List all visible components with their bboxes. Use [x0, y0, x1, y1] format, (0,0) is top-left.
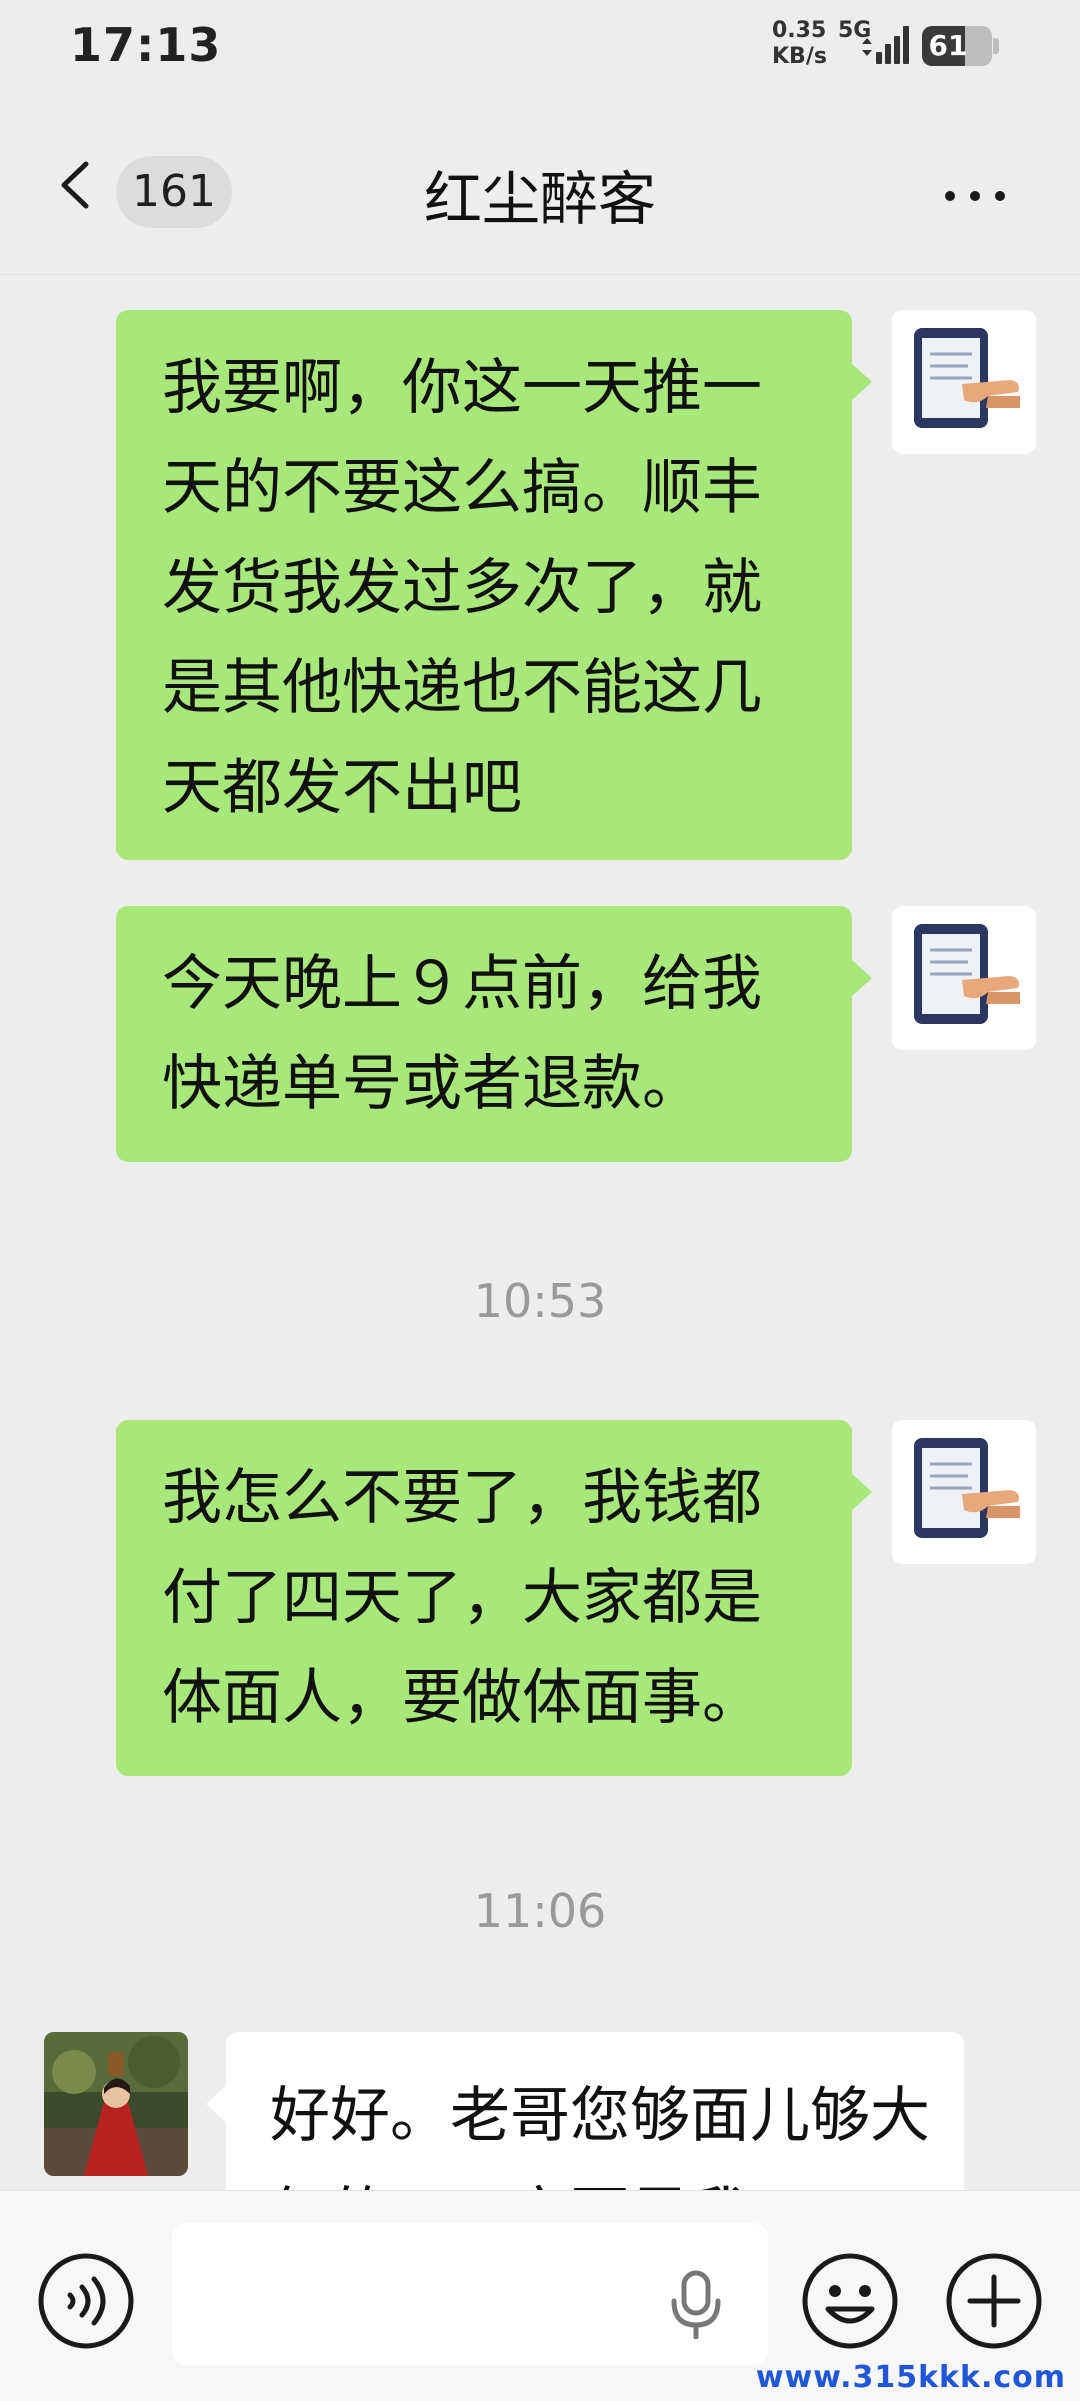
battery-icon: 61 [922, 26, 1000, 66]
message-bubble-outgoing[interactable]: 今天晚上９点前，给我快递单号或者退款。 [116, 906, 872, 1162]
my-avatar[interactable] [892, 1420, 1036, 1564]
tablet-hand-icon [914, 1438, 1020, 1538]
net-speed-unit: KB/s [772, 44, 827, 69]
message-bubble-outgoing[interactable]: 我要啊，你这一天推一天的不要这么搞。顺丰发货我发过多次了，就是其他快递也不能这几… [116, 310, 872, 860]
bubble-tail [206, 2084, 228, 2124]
my-avatar[interactable] [892, 310, 1036, 454]
signal-icon [862, 26, 909, 64]
chat-title: 红尘醉客 [423, 165, 656, 233]
status-bar: 17:13 0.35 KB/s 5G 61 [0, 0, 1080, 92]
message-text: 我要啊，你这一天推一天的不要这么搞。顺丰发货我发过多次了，就是其他快递也不能这几… [162, 353, 762, 823]
message-text: 我怎么不要了，我钱都付了四天了，大家都是体面人，要做体面事。 [162, 1463, 762, 1733]
message-text: 今天晚上９点前，给我快递单号或者退款。 [162, 949, 762, 1119]
tablet-hand-icon [914, 924, 1020, 1024]
message-timestamp: 10:53 [473, 1274, 607, 1328]
net-speed: 0.35 KB/s [772, 18, 827, 70]
message-bubble-outgoing[interactable]: 我怎么不要了，我钱都付了四天了，大家都是体面人，要做体面事。 [116, 1420, 872, 1776]
contact-avatar[interactable] [44, 2032, 188, 2176]
more-dots-icon[interactable] [940, 176, 1010, 216]
battery-level: 61 [928, 29, 968, 62]
net-speed-value: 0.35 [772, 18, 827, 43]
my-avatar[interactable] [892, 906, 1036, 1050]
chat-header: 161 红尘醉客 [0, 92, 1080, 274]
plus-circle-icon[interactable] [944, 2251, 1044, 2351]
tablet-hand-icon [914, 328, 1020, 428]
header-divider [0, 274, 1080, 275]
message-timestamp: 11:06 [473, 1884, 607, 1938]
watermark: www.315kkk.com [755, 2360, 1066, 2395]
contact-photo-icon [44, 2032, 188, 2176]
microphone-icon[interactable] [668, 2269, 724, 2339]
status-time: 17:13 [70, 18, 222, 72]
voice-wave-icon[interactable] [36, 2251, 136, 2351]
emoji-smile-icon[interactable] [800, 2251, 900, 2351]
input-bar: www.315kkk.com [0, 2190, 1080, 2401]
